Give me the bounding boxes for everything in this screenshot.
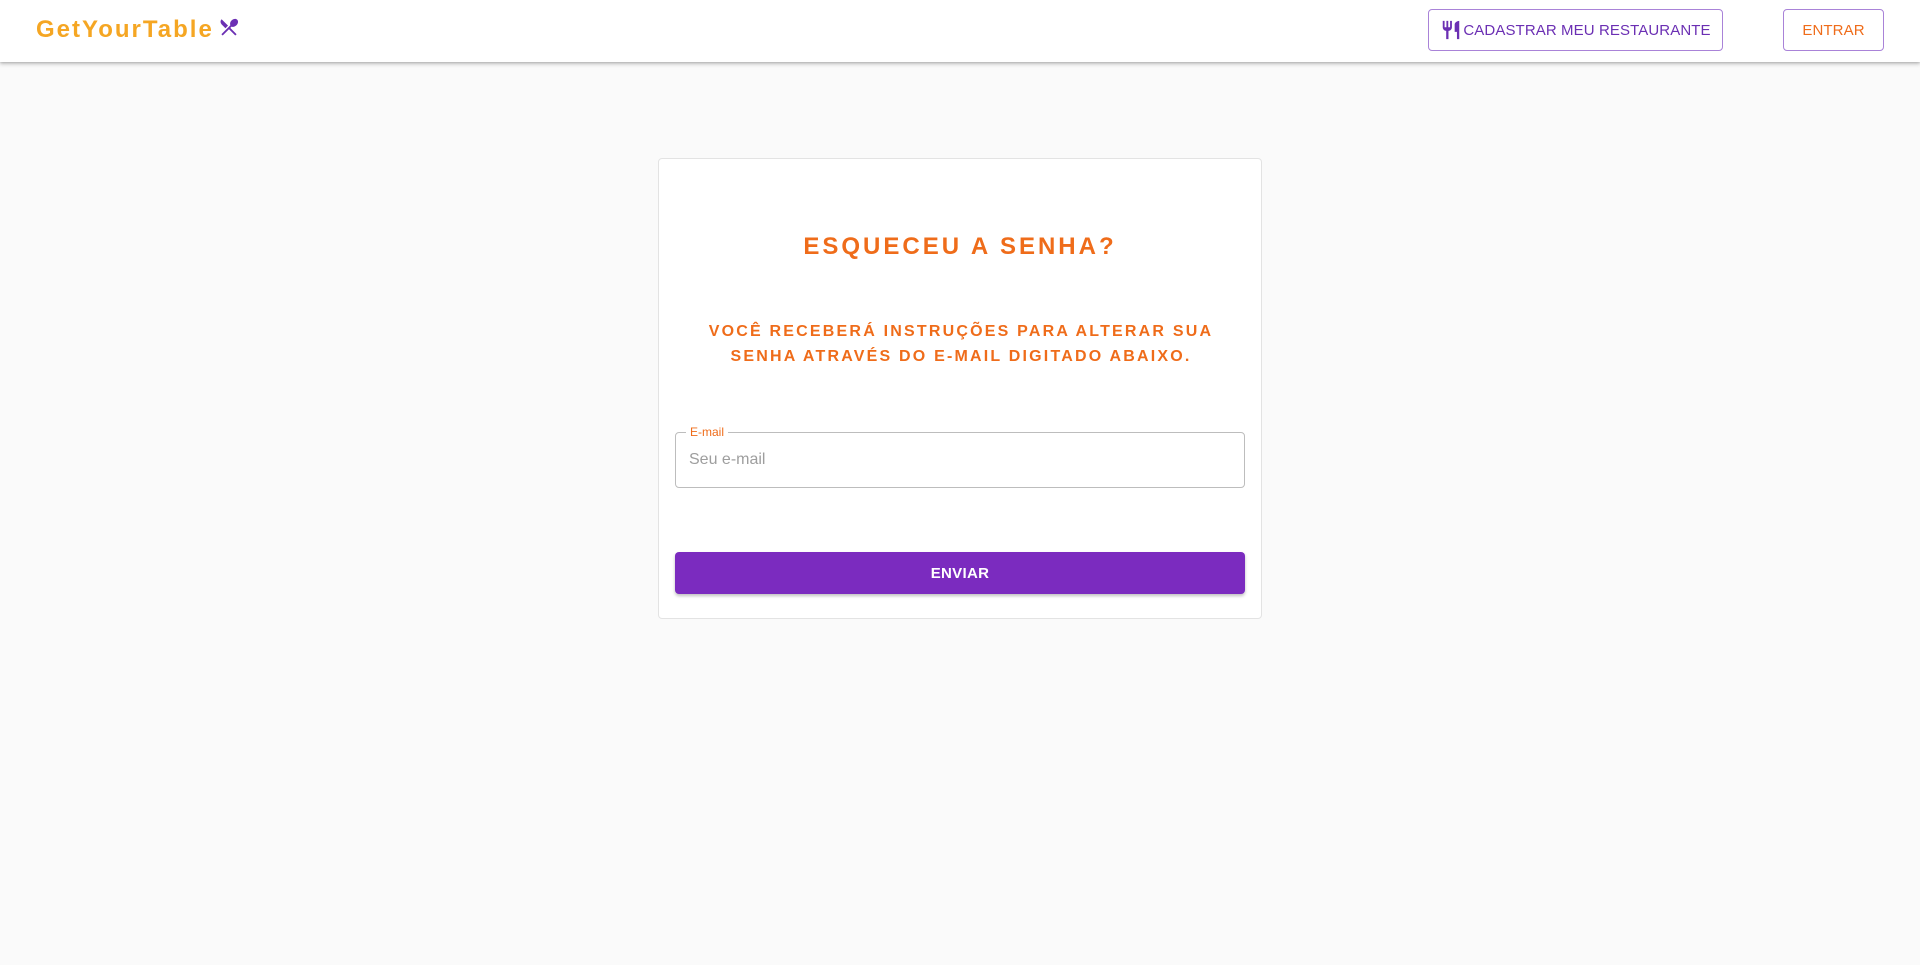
send-button[interactable]: ENVIAR — [675, 552, 1245, 594]
brand-name: GetYourTable — [36, 16, 214, 43]
page-title: ESQUECEU A SENHA? — [803, 233, 1117, 260]
fork-knife-icon — [1443, 20, 1460, 40]
register-restaurant-button[interactable]: CADASTRAR MEU RESTAURANTE — [1428, 9, 1723, 51]
forgot-password-card: ESQUECEU A SENHA? VOCÊ RECEBERÁ INSTRUÇÕ… — [658, 158, 1262, 619]
register-restaurant-label: CADASTRAR MEU RESTAURANTE — [1463, 21, 1711, 39]
utensils-crossed-icon — [220, 18, 238, 36]
login-button[interactable]: ENTRAR — [1783, 9, 1884, 51]
email-field: E-mail — [675, 425, 1245, 488]
brand-logo-link[interactable]: GetYourTable — [36, 14, 240, 46]
login-label: ENTRAR — [1802, 21, 1865, 39]
email-input[interactable] — [676, 433, 1244, 487]
instructions-text: VOCÊ RECEBERÁ INSTRUÇÕES PARA ALTERAR SU… — [708, 323, 1214, 365]
email-label: E-mail — [686, 425, 729, 439]
top-app-bar: GetYourTable CADASTRAR MEU RESTAURANTE E… — [0, 0, 1920, 62]
